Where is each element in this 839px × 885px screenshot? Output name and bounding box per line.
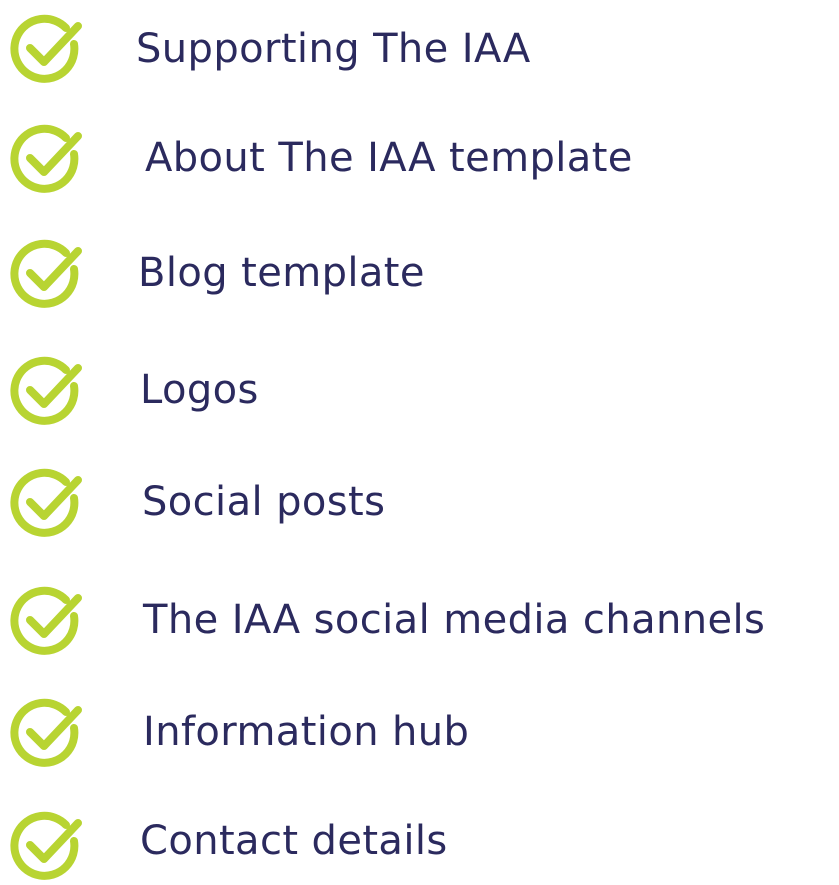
check-circle-icon xyxy=(10,124,82,193)
check-circle-icon xyxy=(10,14,82,83)
checklist-item-label: Contact details xyxy=(140,818,448,864)
checklist-item: About The IAA template xyxy=(0,118,839,198)
checklist-item-label: Supporting The IAA xyxy=(136,26,531,72)
checklist-item-label: Social posts xyxy=(142,479,386,525)
check-circle-icon xyxy=(10,811,82,880)
checklist-item: Social posts xyxy=(0,462,839,542)
check-circle-icon xyxy=(10,468,82,537)
checklist-item: The IAA social media channels xyxy=(0,580,839,660)
checklist-item: Information hub xyxy=(0,692,839,772)
checklist-item-label: Logos xyxy=(140,367,259,413)
check-circle-icon xyxy=(10,698,82,767)
checklist-item: Supporting The IAA xyxy=(0,8,839,88)
check-circle-icon xyxy=(10,586,82,655)
checklist-item-label: The IAA social media channels xyxy=(143,597,766,643)
checklist-item-label: Blog template xyxy=(138,250,425,296)
checklist: Supporting The IAA About The IAA templat… xyxy=(0,0,839,880)
check-circle-icon xyxy=(10,356,82,425)
checklist-item: Blog template xyxy=(0,233,839,313)
checklist-item-label: Information hub xyxy=(143,709,470,755)
checklist-item-label: About The IAA template xyxy=(145,135,633,181)
checklist-item: Contact details xyxy=(0,805,839,885)
checklist-item: Logos xyxy=(0,350,839,430)
check-circle-icon xyxy=(10,239,82,308)
